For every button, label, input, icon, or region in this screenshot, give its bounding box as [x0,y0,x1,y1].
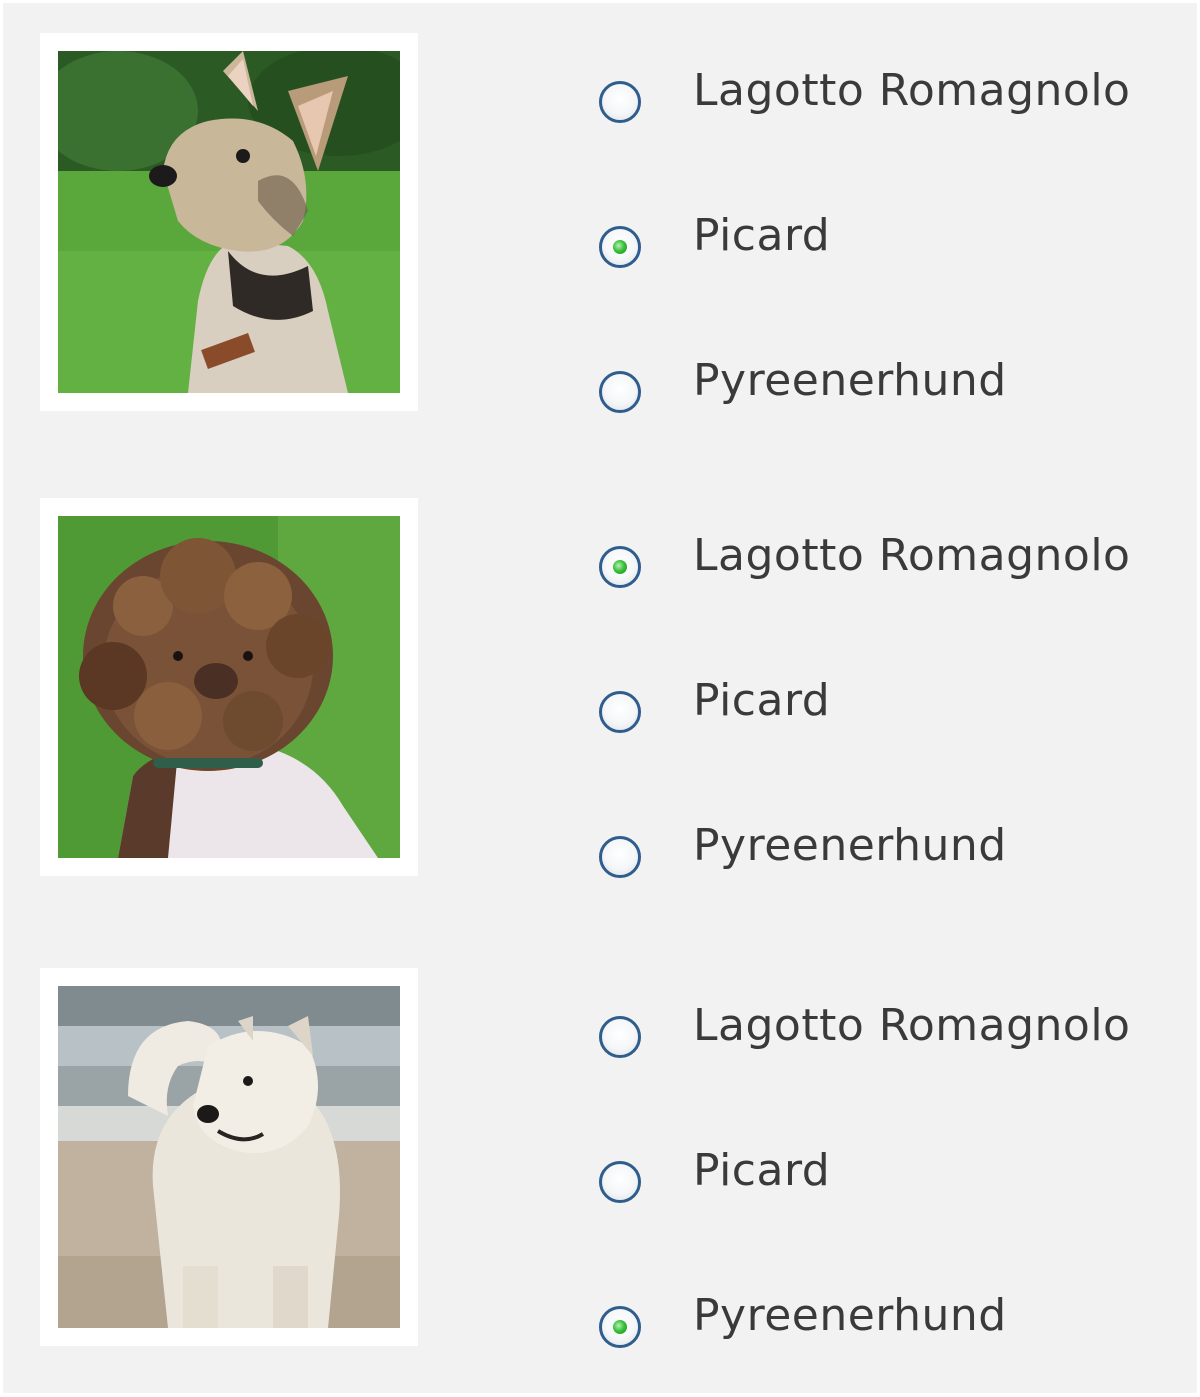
option-lagotto-romagnolo[interactable]: Lagotto Romagnolo [599,526,1179,588]
option-label: Pyreenerhund [693,355,1007,406]
radio-button[interactable] [599,1306,641,1348]
dog-photo-picard [58,51,400,393]
question-1: Lagotto Romagnolo Picard Pyreenerhund [3,33,1197,413]
option-picard[interactable]: Picard [599,206,1179,268]
radio-selected-dot [613,560,627,574]
radio-button[interactable] [599,1016,641,1058]
option-label: Pyreenerhund [693,820,1007,871]
option-label: Lagotto Romagnolo [693,1000,1131,1051]
radio-selected-dot [613,240,627,254]
option-pyreenerhund[interactable]: Pyreenerhund [599,351,1179,413]
option-label: Picard [693,1145,831,1196]
option-picard[interactable]: Picard [599,1141,1179,1203]
option-picard[interactable]: Picard [599,671,1179,733]
option-label: Lagotto Romagnolo [693,530,1131,581]
option-label: Picard [693,210,831,261]
photo-frame [40,498,418,876]
photo-frame [40,33,418,411]
option-pyreenerhund[interactable]: Pyreenerhund [599,1286,1179,1348]
quiz-panel: Lagotto Romagnolo Picard Pyreenerhund La… [3,3,1197,1393]
radio-button[interactable] [599,226,641,268]
radio-button[interactable] [599,81,641,123]
radio-button[interactable] [599,546,641,588]
radio-button[interactable] [599,836,641,878]
question-2: Lagotto Romagnolo Picard Pyreenerhund [3,498,1197,878]
option-label: Picard [693,675,831,726]
dog-photo-lagotto-romagnolo [58,516,400,858]
option-lagotto-romagnolo[interactable]: Lagotto Romagnolo [599,996,1179,1058]
option-label: Pyreenerhund [693,1290,1007,1341]
radio-button[interactable] [599,1161,641,1203]
dog-photo-pyreenerhund [58,986,400,1328]
option-lagotto-romagnolo[interactable]: Lagotto Romagnolo [599,61,1179,123]
radio-button[interactable] [599,691,641,733]
radio-selected-dot [613,1320,627,1334]
question-3: Lagotto Romagnolo Picard Pyreenerhund [3,968,1197,1348]
radio-button[interactable] [599,371,641,413]
photo-frame [40,968,418,1346]
option-pyreenerhund[interactable]: Pyreenerhund [599,816,1179,878]
option-label: Lagotto Romagnolo [693,65,1131,116]
